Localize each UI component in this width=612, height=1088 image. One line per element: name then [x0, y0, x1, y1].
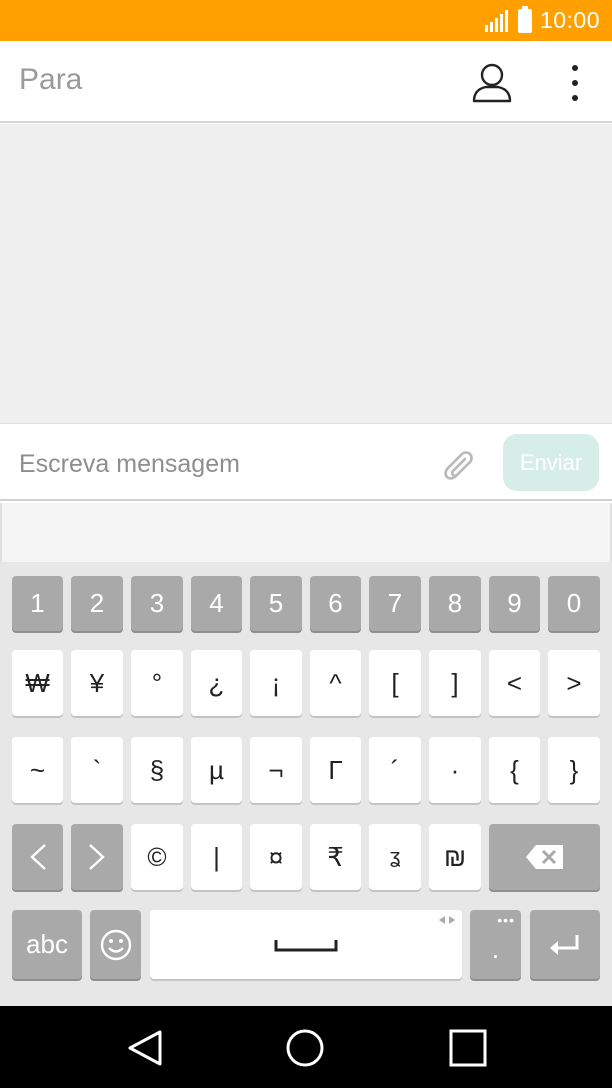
person-icon — [472, 63, 512, 103]
key-ezh[interactable]: ʓ — [369, 824, 421, 890]
key-acute[interactable]: ´ — [369, 737, 421, 803]
home-circle-icon — [286, 1029, 324, 1067]
key-4[interactable]: 4 — [191, 576, 242, 631]
key-degree[interactable]: ° — [131, 650, 183, 716]
space-bar-icon — [274, 939, 338, 951]
key-3[interactable]: 3 — [131, 576, 183, 631]
key-0[interactable]: 0 — [548, 576, 600, 631]
paperclip-icon — [444, 451, 473, 480]
key-pipe[interactable]: | — [191, 824, 242, 890]
key-tilde[interactable]: ~ — [12, 737, 63, 803]
conversation-area — [0, 124, 612, 423]
key-9[interactable]: 9 — [489, 576, 540, 631]
key-currency[interactable]: ¤ — [250, 824, 302, 890]
space-key[interactable] — [150, 910, 462, 979]
backspace-icon — [525, 845, 563, 869]
key-backtick[interactable]: ` — [71, 737, 123, 803]
key-not-sign[interactable]: ¬ — [250, 737, 302, 803]
key-caret[interactable]: ^ — [310, 650, 361, 716]
next-page-key[interactable] — [71, 824, 123, 890]
chevron-right-icon — [89, 844, 105, 870]
key-8[interactable]: 8 — [429, 576, 481, 631]
enter-icon — [550, 934, 579, 955]
key-left-brace[interactable]: { — [489, 737, 540, 803]
key-greater-than[interactable]: > — [548, 650, 600, 716]
chevron-left-icon — [29, 844, 46, 870]
battery-icon — [517, 5, 532, 33]
period-key[interactable]: . ••• — [470, 910, 521, 979]
enter-key[interactable] — [530, 910, 600, 979]
recipient-bar: Para — [0, 41, 612, 123]
key-7[interactable]: 7 — [369, 576, 421, 631]
status-time: 10:00 — [539, 7, 600, 33]
more-dots-icon: ••• — [497, 912, 515, 928]
key-copyright[interactable]: © — [131, 824, 183, 890]
recipient-input[interactable]: Para — [19, 63, 82, 97]
recents-square-icon — [449, 1029, 487, 1067]
key-inverted-exclamation[interactable]: ¡ — [250, 650, 302, 716]
backspace-key[interactable] — [489, 824, 600, 890]
more-options-button[interactable] — [560, 61, 590, 105]
prev-page-key[interactable] — [12, 824, 63, 890]
contact-picker-button[interactable] — [466, 61, 518, 105]
key-shekel[interactable]: ₪ — [429, 824, 481, 890]
key-micro[interactable]: µ — [191, 737, 242, 803]
key-section[interactable]: § — [131, 737, 183, 803]
symbol-keyboard: 1 2 3 4 5 6 7 8 9 0 ₩ ¥ ° ¿ ¡ ^ [ ] < > … — [0, 562, 612, 1006]
signal-icon — [484, 9, 508, 32]
send-button[interactable]: Enviar — [503, 434, 599, 491]
key-yen[interactable]: ¥ — [71, 650, 123, 716]
suggestion-strip — [0, 503, 612, 562]
key-1[interactable]: 1 — [12, 576, 63, 631]
key-less-than[interactable]: < — [489, 650, 540, 716]
key-left-bracket[interactable]: [ — [369, 650, 421, 716]
space-arrows-icon — [439, 916, 455, 924]
key-gamma[interactable]: Γ — [310, 737, 361, 803]
status-icons: 10:00 — [484, 0, 600, 41]
key-6[interactable]: 6 — [310, 576, 361, 631]
navigation-bar — [0, 1006, 612, 1088]
key-middle-dot[interactable]: · — [429, 737, 481, 803]
back-triangle-icon — [128, 1030, 162, 1066]
compose-bar: Escreva mensagem Enviar — [0, 423, 612, 501]
key-5[interactable]: 5 — [250, 576, 302, 631]
emoji-key[interactable] — [90, 910, 141, 979]
key-won[interactable]: ₩ — [12, 650, 63, 716]
more-vert-icon — [572, 65, 578, 71]
key-right-bracket[interactable]: ] — [429, 650, 481, 716]
recents-button[interactable] — [446, 1026, 490, 1070]
smiley-icon — [100, 929, 131, 960]
key-2[interactable]: 2 — [71, 576, 123, 631]
key-rupee[interactable]: ₹ — [310, 824, 361, 890]
key-inverted-question[interactable]: ¿ — [191, 650, 242, 716]
key-right-brace[interactable]: } — [548, 737, 600, 803]
message-input[interactable]: Escreva mensagem — [19, 450, 240, 479]
status-bar: 10:00 — [0, 0, 612, 41]
home-button[interactable] — [283, 1026, 327, 1070]
abc-key[interactable]: abc — [12, 910, 82, 979]
attach-button[interactable] — [438, 444, 478, 484]
back-button[interactable] — [124, 1026, 168, 1070]
